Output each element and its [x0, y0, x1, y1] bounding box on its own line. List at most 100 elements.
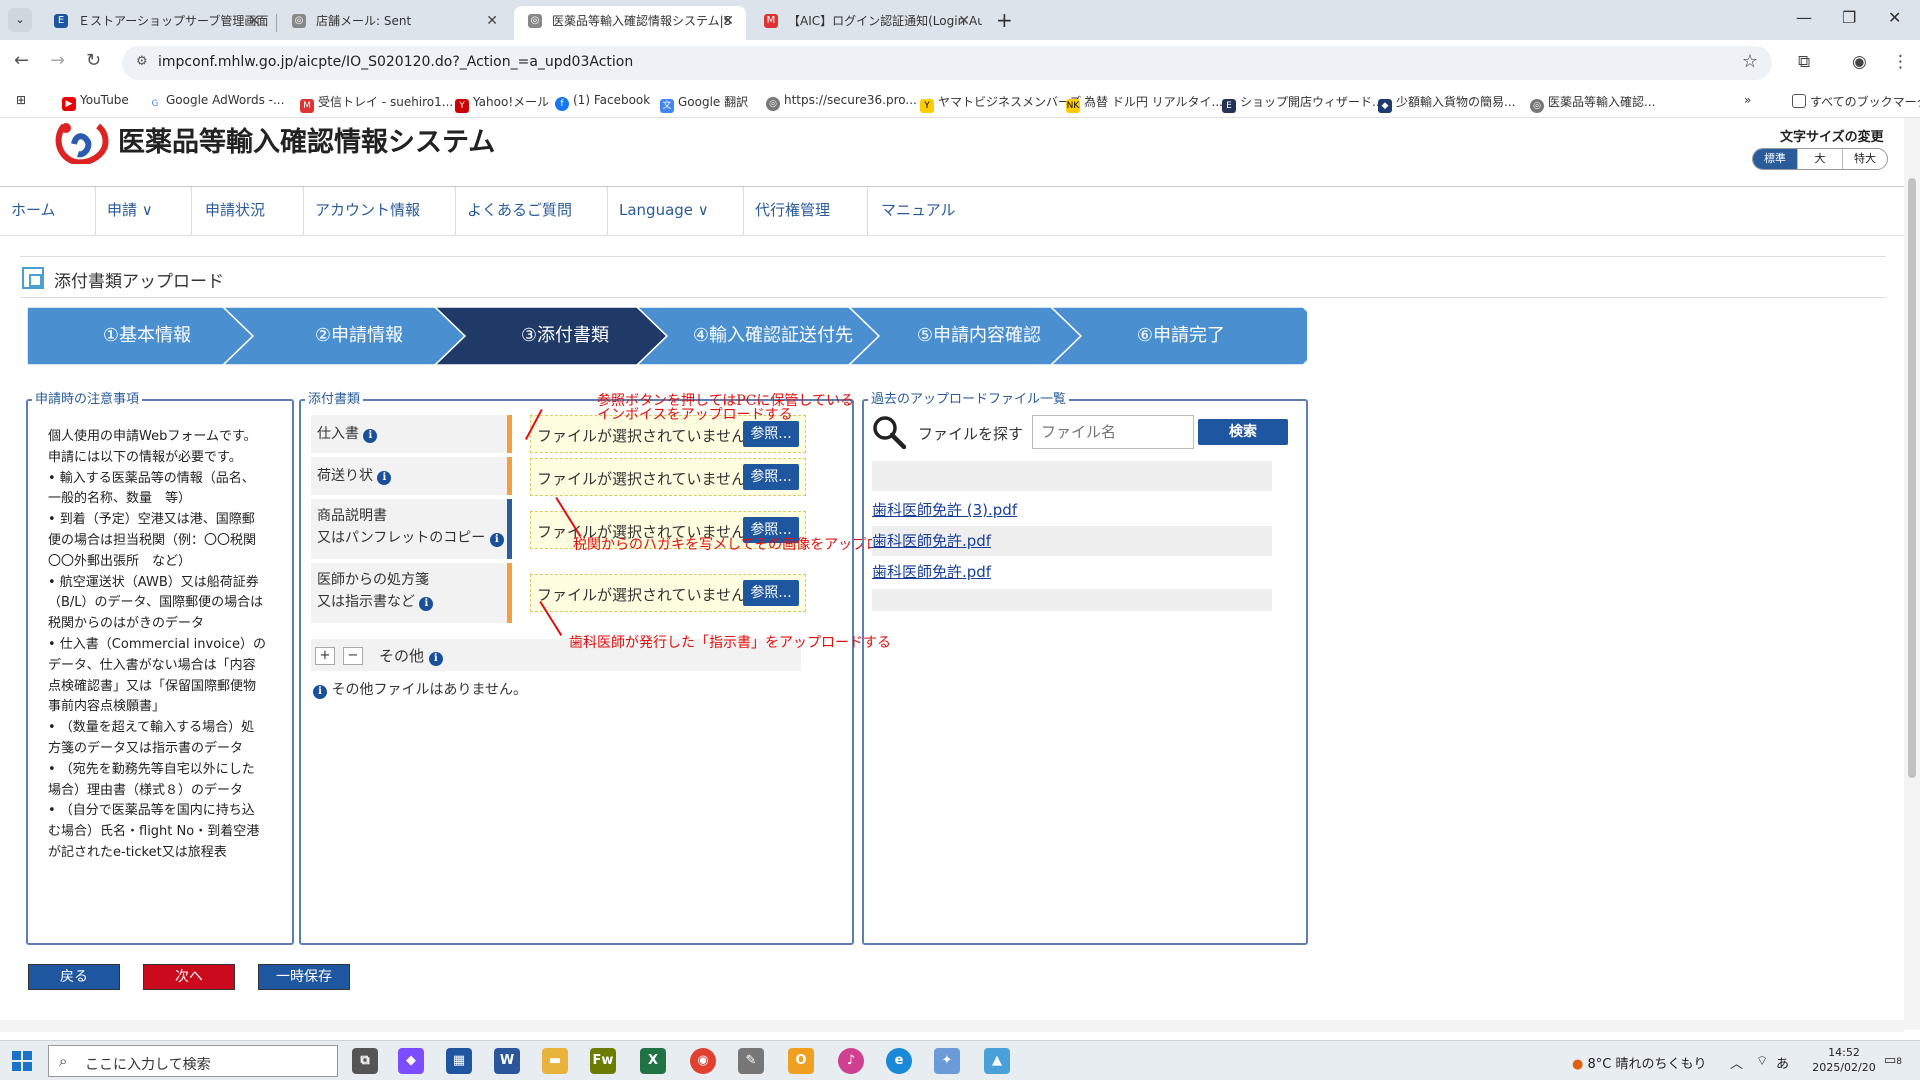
- nav-home[interactable]: ホーム: [0, 187, 96, 235]
- font-size-xlarge-button[interactable]: 特大: [1843, 149, 1887, 169]
- file-input-waybill[interactable]: ファイルが選択されていません 参照...: [530, 458, 806, 496]
- bookmark-secure36[interactable]: ◎ https://secure36.pro...: [766, 93, 917, 111]
- file-input-prescription[interactable]: ファイルが選択されていません 参照...: [530, 574, 806, 612]
- minimize-icon[interactable]: —: [1796, 8, 1812, 27]
- nav-manual[interactable]: マニュアル: [870, 187, 980, 235]
- nav-language[interactable]: Language ∨: [608, 187, 744, 235]
- site-info-icon[interactable]: ⚙: [136, 54, 148, 69]
- file-explorer-icon[interactable]: ▬: [542, 1048, 568, 1074]
- ime-indicator[interactable]: あ: [1776, 1053, 1789, 1072]
- window-close-icon[interactable]: ✕: [1888, 8, 1901, 27]
- close-tab-icon[interactable]: ✕: [722, 6, 734, 36]
- close-tab-icon[interactable]: ✕: [958, 6, 970, 36]
- word-icon[interactable]: W: [494, 1048, 520, 1074]
- site-title[interactable]: 医薬品等輸入確認情報システム: [118, 120, 495, 159]
- nav-faq[interactable]: よくあるご質問: [456, 187, 608, 235]
- tray-chevron-icon[interactable]: ︿: [1730, 1053, 1743, 1072]
- app-icon[interactable]: ▲: [984, 1048, 1010, 1074]
- info-icon[interactable]: i: [363, 429, 378, 443]
- step-2: ②申請情報: [314, 325, 404, 346]
- copilot-icon[interactable]: ◆: [398, 1048, 424, 1074]
- bookmark-inbox[interactable]: M 受信トレイ - suehiro1...: [300, 93, 453, 113]
- notes-line: 点検確認書」又は「保留国際郵便物: [48, 678, 257, 694]
- store-icon[interactable]: ▦: [446, 1048, 472, 1074]
- extensions-icon[interactable]: ⧉: [1798, 52, 1810, 72]
- restore-icon[interactable]: ❐: [1842, 8, 1856, 27]
- nav-account[interactable]: アカウント情報: [304, 187, 456, 235]
- windows-start-icon[interactable]: [12, 1051, 32, 1071]
- bookmark-yahoo-mail[interactable]: Y Yahoo!メール: [455, 93, 549, 113]
- bookmark-customs[interactable]: ◆ 少額輸入貨物の簡易...: [1378, 93, 1515, 113]
- next-button[interactable]: 次へ: [143, 964, 235, 990]
- browser-tab[interactable]: E Ｅストアーショップサーブ管理画面 ✕: [40, 6, 272, 40]
- search-button[interactable]: 検索: [1198, 419, 1288, 445]
- browser-menu-icon[interactable]: ⋮: [1892, 52, 1909, 72]
- outlook-icon[interactable]: O: [788, 1048, 814, 1074]
- close-tab-icon[interactable]: ✕: [486, 6, 498, 36]
- bookmark-star-icon[interactable]: ☆: [1742, 51, 1758, 72]
- close-tab-icon[interactable]: ✕: [248, 6, 260, 36]
- fireworks-icon[interactable]: Fw: [590, 1048, 616, 1074]
- url-field[interactable]: ⚙ impconf.mhlw.go.jp/aicpte/IO_S020120.d…: [122, 46, 1772, 80]
- weather-widget[interactable]: ● 8°C 晴れのちくもり: [1572, 1053, 1706, 1072]
- more-bookmarks-icon[interactable]: »: [1744, 93, 1751, 107]
- apps-grid-icon[interactable]: ⊞: [16, 93, 26, 107]
- paint-icon[interactable]: ✦: [934, 1048, 960, 1074]
- info-icon[interactable]: i: [377, 471, 392, 485]
- browser-tab[interactable]: ◎ 店舗メール: Sent ✕: [278, 6, 510, 40]
- bookmark-youtube[interactable]: ▶ YouTube: [62, 93, 129, 111]
- attachments-panel-title: 添付書類: [305, 392, 364, 408]
- nk-icon: NK: [1066, 99, 1080, 113]
- past-file-link[interactable]: 歯科医師免許.pdf: [872, 526, 1272, 556]
- bookmark-fx-rate[interactable]: NK 為替 ドル円 リアルタイ...: [1066, 93, 1223, 113]
- notepad-icon[interactable]: ✎: [738, 1048, 764, 1074]
- bookmark-yamato[interactable]: Y ヤマトビジネスメンバーズ: [920, 93, 1081, 113]
- back-arrow-icon[interactable]: ←: [14, 50, 29, 71]
- gmail-icon: M: [764, 14, 778, 28]
- scrollbar-thumb[interactable]: [1908, 178, 1916, 778]
- past-file-link[interactable]: 歯科医師免許.pdf: [872, 557, 1272, 587]
- info-icon[interactable]: i: [489, 533, 504, 547]
- browse-button[interactable]: 参照...: [743, 421, 799, 447]
- reload-icon[interactable]: ↻: [86, 50, 101, 71]
- new-tab-button[interactable]: +: [996, 8, 1013, 32]
- clock[interactable]: 14:52 2025/02/20: [1804, 1045, 1884, 1075]
- bookmark-impconf[interactable]: ◎ 医薬品等輸入確認...: [1530, 93, 1655, 113]
- bookmark-google-translate[interactable]: 文 Google 翻訳: [660, 93, 748, 113]
- edge-icon[interactable]: e: [886, 1048, 912, 1074]
- browse-button[interactable]: 参照...: [743, 464, 799, 490]
- task-view-icon[interactable]: ⧉: [352, 1048, 378, 1074]
- all-bookmarks[interactable]: すべてのブックマーク: [1792, 93, 1920, 110]
- remove-file-button[interactable]: −: [343, 647, 363, 665]
- info-icon[interactable]: i: [428, 652, 443, 666]
- notes-panel-title: 申請時の注意事項: [32, 392, 143, 408]
- bookmark-facebook[interactable]: f (1) Facebook: [555, 93, 650, 111]
- back-button[interactable]: 戻る: [28, 964, 120, 990]
- past-file-link[interactable]: 歯科医師免許 (3).pdf: [872, 495, 1272, 525]
- vertical-scrollbar[interactable]: [1904, 118, 1920, 1030]
- profile-icon[interactable]: ◉: [1852, 52, 1867, 72]
- bookmark-shop-wizard[interactable]: E ショップ開店ウィザード...: [1222, 93, 1383, 113]
- network-icon[interactable]: ⌔: [1756, 1053, 1768, 1069]
- temp-save-button[interactable]: 一時保存: [258, 964, 350, 990]
- horizontal-scrollbar[interactable]: [0, 1020, 1904, 1032]
- nav-status[interactable]: 申請状況: [194, 187, 304, 235]
- taskbar-search[interactable]: ⌕ ここに入力して検索: [48, 1045, 338, 1077]
- font-size-large-button[interactable]: 大: [1798, 149, 1843, 169]
- font-size-normal-button[interactable]: 標準: [1753, 149, 1798, 169]
- forward-arrow-icon[interactable]: →: [50, 50, 65, 71]
- browse-button[interactable]: 参照...: [743, 580, 799, 606]
- itunes-icon[interactable]: ♪: [838, 1048, 864, 1074]
- add-file-button[interactable]: +: [315, 647, 335, 665]
- nav-apply[interactable]: 申請 ∨: [96, 187, 192, 235]
- file-search-input[interactable]: [1032, 415, 1194, 449]
- info-icon[interactable]: i: [419, 597, 434, 611]
- tab-search-icon[interactable]: ⌄: [8, 8, 32, 32]
- chrome-icon[interactable]: ◉: [690, 1048, 716, 1074]
- bookmark-adwords[interactable]: G Google AdWords -...: [148, 93, 284, 111]
- excel-icon[interactable]: X: [640, 1048, 666, 1074]
- browser-tab-active[interactable]: ◎ 医薬品等輸入確認情報システム|S ✕: [514, 6, 746, 40]
- browser-tab[interactable]: M 【AIC】ログイン認証通知(Login Au ✕: [750, 6, 982, 40]
- notification-icon[interactable]: ▭8: [1884, 1053, 1902, 1068]
- nav-proxy[interactable]: 代行権管理: [744, 187, 868, 235]
